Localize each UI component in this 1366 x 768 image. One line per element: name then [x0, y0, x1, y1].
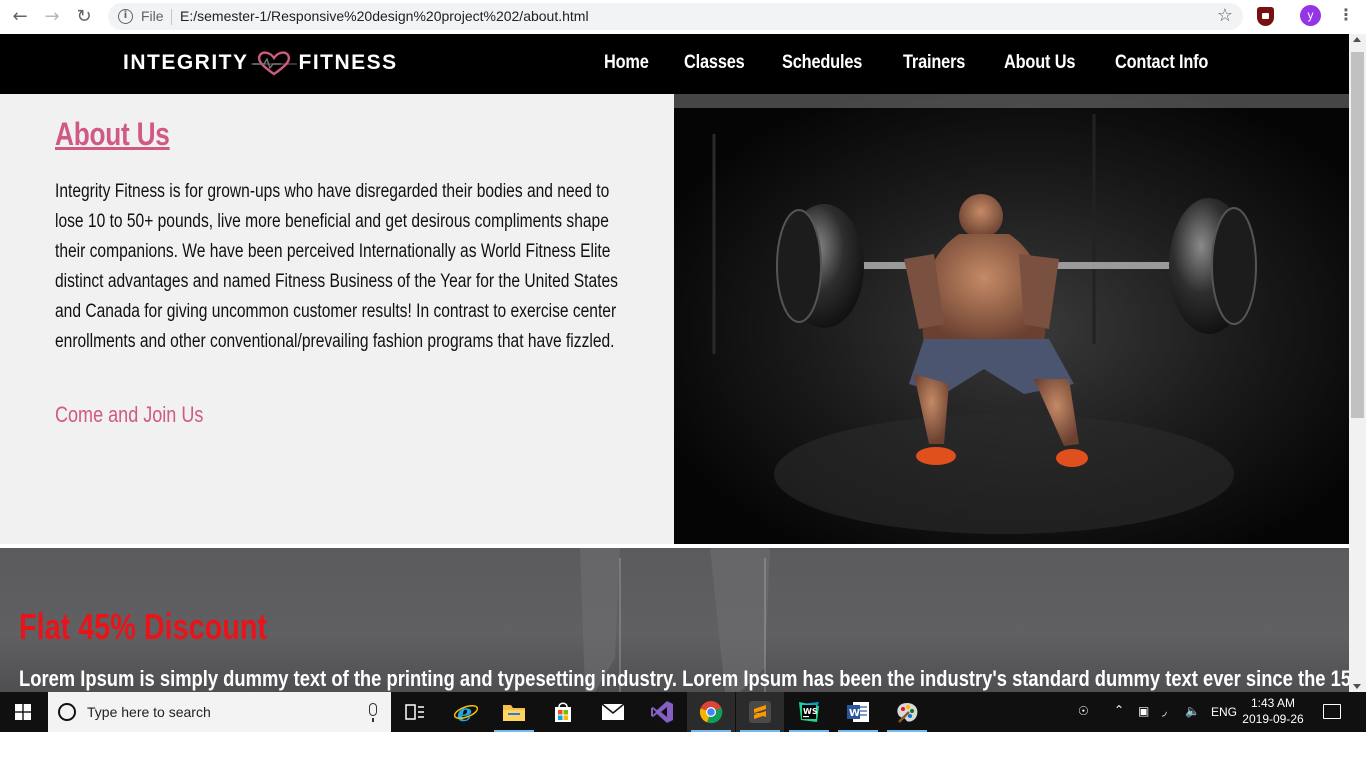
windows-logo-icon: [15, 704, 31, 720]
join-link[interactable]: Come and Join Us: [55, 402, 203, 428]
back-arrow-icon[interactable]: ←: [8, 5, 32, 29]
address-bar[interactable]: i File E:/semester-1/Responsive%20design…: [108, 3, 1243, 30]
info-icon[interactable]: i: [118, 9, 133, 24]
about-section: About Us Integrity Fitness is for grown-…: [0, 94, 1349, 544]
about-text: Integrity Fitness is for grown-ups who h…: [55, 181, 618, 352]
paint-icon[interactable]: [883, 692, 931, 732]
address-separator: [171, 9, 172, 25]
url-text[interactable]: E:/semester-1/Responsive%20design%20proj…: [180, 8, 589, 24]
profile-avatar[interactable]: y: [1300, 5, 1321, 26]
weightlifter-photo: [674, 94, 1349, 544]
store-icon[interactable]: [539, 692, 587, 732]
visual-studio-icon[interactable]: [638, 692, 686, 732]
reload-icon[interactable]: ↻: [72, 5, 96, 29]
nav-schedules[interactable]: Schedules: [782, 52, 862, 74]
about-title: About Us: [55, 116, 170, 152]
nav-classes[interactable]: Classes: [684, 52, 745, 74]
bookmark-star-icon[interactable]: ☆: [1217, 5, 1233, 26]
logo-text-left: INTEGRITY: [123, 51, 249, 74]
word-icon[interactable]: W: [834, 692, 882, 732]
webstorm-icon[interactable]: WS: [785, 692, 833, 732]
discount-title: Flat 45% Discount: [19, 606, 268, 647]
browser-toolbar: ← → ↻ i File E:/semester-1/Responsive%20…: [0, 0, 1366, 34]
scroll-down-arrow-icon[interactable]: [1353, 684, 1361, 689]
input-language[interactable]: ENG: [1211, 705, 1237, 719]
taskbar-search-box[interactable]: Type here to search: [48, 692, 391, 732]
screen-bottom-margin: [0, 732, 1366, 768]
main-nav: Home Classes Schedules Trainers About Us…: [604, 52, 1223, 74]
nav-trainers[interactable]: Trainers: [903, 52, 965, 74]
file-scheme-label: File: [141, 8, 164, 24]
nav-contact-info[interactable]: Contact Info: [1115, 52, 1208, 74]
site-logo[interactable]: INTEGRITY FITNESS: [123, 50, 398, 76]
browser-menu-icon[interactable]: ⋮: [1338, 5, 1354, 24]
page-viewport: INTEGRITY FITNESS Home Classes Schedules…: [0, 34, 1366, 692]
ublock-extension-icon[interactable]: [1257, 7, 1274, 26]
nav-home[interactable]: Home: [604, 52, 649, 74]
svg-text:WS: WS: [803, 707, 818, 716]
windows-taskbar: Type here to search e WS W ☉ ⌃ ▣ ◞ 🔈 ENG…: [0, 692, 1366, 732]
microphone-icon[interactable]: [369, 703, 377, 722]
mail-icon[interactable]: [589, 692, 637, 732]
internet-explorer-icon[interactable]: e: [442, 692, 490, 732]
logo-text-right: FITNESS: [298, 51, 398, 74]
file-explorer-icon[interactable]: [490, 692, 538, 732]
start-button[interactable]: [0, 692, 48, 732]
scroll-up-arrow-icon[interactable]: [1353, 37, 1361, 42]
clock-date: 2019-09-26: [1242, 712, 1304, 726]
search-placeholder: Type here to search: [87, 704, 211, 720]
action-center-icon[interactable]: [1323, 704, 1341, 719]
svg-text:e: e: [457, 700, 472, 724]
svg-text:W: W: [849, 708, 860, 719]
cortana-icon: [58, 703, 76, 721]
sublime-text-icon[interactable]: [736, 692, 784, 732]
forward-arrow-icon[interactable]: →: [40, 5, 64, 29]
discount-text: Lorem Ipsum is simply dummy text of the …: [19, 666, 1349, 691]
taskbar-clock[interactable]: 1:43 AM 2019-09-26: [1240, 695, 1306, 727]
scroll-thumb[interactable]: [1351, 52, 1364, 418]
page-scrollbar[interactable]: [1349, 34, 1366, 692]
site-header: INTEGRITY FITNESS Home Classes Schedules…: [0, 34, 1349, 94]
clock-time: 1:43 AM: [1250, 696, 1296, 710]
discount-section: Flat 45% Discount Lorem Ipsum is simply …: [0, 548, 1349, 692]
task-view-icon[interactable]: [391, 692, 439, 732]
heart-pulse-icon: [250, 51, 297, 76]
nav-about-us[interactable]: About Us: [1004, 52, 1075, 74]
chrome-icon[interactable]: [687, 692, 735, 732]
